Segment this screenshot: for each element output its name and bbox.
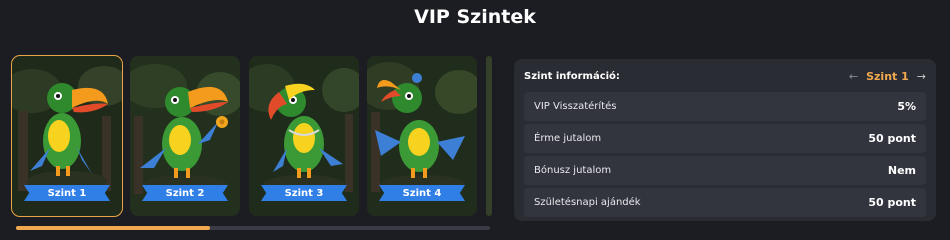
info-row-coin-reward: Érme jutalom 50 pont (524, 124, 926, 153)
level-switcher: ← Szint 1 → (849, 70, 926, 83)
info-row-value: 5% (897, 100, 916, 113)
info-row-label: Születésnapi ajándék (534, 197, 641, 208)
arrow-left-icon[interactable]: ← (849, 70, 858, 83)
level-info-header: Szint információ: ← Szint 1 → (524, 67, 926, 85)
info-row-value: 50 pont (868, 132, 916, 145)
level-card-3[interactable]: Szint 3 (249, 56, 359, 216)
page-title: VIP Szintek (414, 6, 536, 28)
info-row-cashback: VIP Visszatérítés 5% (524, 92, 926, 121)
info-row-label: VIP Visszatérítés (534, 101, 617, 112)
carousel-scrollbar-thumb[interactable] (16, 226, 211, 230)
info-row-bonus-reward: Bónusz jutalom Nem (524, 156, 926, 185)
level-card-label: Szint 3 (261, 185, 347, 201)
info-row-value: Nem (887, 164, 916, 177)
level-card-label: Szint 1 (24, 185, 110, 201)
carousel-scrollbar[interactable] (16, 226, 490, 230)
level-card-label: Szint 4 (379, 185, 465, 201)
level-card-5-partial[interactable] (486, 56, 492, 216)
current-level-label: Szint 1 (866, 69, 909, 83)
info-row-label: Érme jutalom (534, 133, 602, 144)
level-card-2[interactable]: Szint 2 (130, 56, 240, 216)
level-card-4[interactable]: Szint 4 (367, 56, 477, 216)
info-row-value: 50 pont (868, 196, 916, 209)
level-info-title: Szint információ: (524, 70, 620, 82)
level-info-panel: Szint információ: ← Szint 1 → VIP Vissza… (514, 59, 936, 221)
info-row-birthday-gift: Születésnapi ajándék 50 pont (524, 188, 926, 217)
level-card-label: Szint 2 (142, 185, 228, 201)
level-card-1[interactable]: Szint 1 (11, 55, 123, 217)
info-row-label: Bónusz jutalom (534, 165, 612, 176)
arrow-right-icon[interactable]: → (917, 70, 926, 83)
